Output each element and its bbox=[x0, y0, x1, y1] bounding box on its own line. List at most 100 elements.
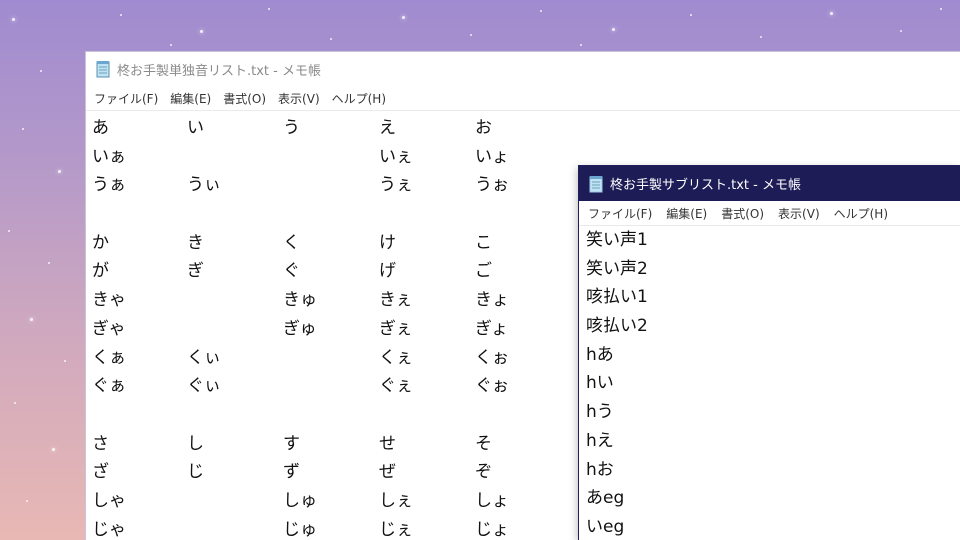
menu-view[interactable]: 表示(V) bbox=[272, 90, 326, 107]
text-cell: じ bbox=[187, 462, 204, 483]
text-line: hえ bbox=[586, 430, 614, 451]
text-cell: ぎゃ bbox=[92, 318, 126, 339]
text-cell bbox=[92, 200, 187, 229]
text-cell: す bbox=[283, 433, 300, 454]
text-cell bbox=[283, 200, 379, 229]
text-line: あeg bbox=[586, 488, 625, 509]
menu-file[interactable]: ファイル(F) bbox=[88, 90, 164, 107]
text-cell bbox=[187, 487, 283, 516]
title-bar[interactable]: 柊お手製サブリスト.txt - メモ帳 bbox=[579, 166, 960, 201]
text-cell: いょ bbox=[475, 146, 509, 167]
text-cell bbox=[283, 171, 379, 200]
text-cell: きゅ bbox=[283, 290, 317, 311]
menu-view[interactable]: 表示(V) bbox=[772, 205, 828, 222]
menu-edit[interactable]: 編集(E) bbox=[660, 205, 715, 222]
text-cell: ぐぇ bbox=[379, 376, 413, 397]
text-cell: け bbox=[379, 232, 396, 253]
text-cell: が bbox=[92, 261, 109, 282]
text-cell: しぇ bbox=[379, 490, 413, 511]
text-cell: きゃ bbox=[92, 290, 126, 311]
text-line: hお bbox=[586, 459, 614, 480]
title-bar[interactable]: 柊お手製単独音リスト.txt - メモ帳 bbox=[86, 52, 960, 86]
text-cell: せ bbox=[379, 433, 396, 454]
text-cell: うぃ bbox=[187, 175, 221, 196]
text-cell: え bbox=[379, 118, 396, 138]
menu-edit[interactable]: 編集(E) bbox=[164, 90, 217, 107]
text-cell: ぐぁ bbox=[92, 376, 126, 397]
text-line: hう bbox=[586, 402, 614, 423]
text-cell: ず bbox=[283, 462, 300, 483]
text-cell: ぎぇ bbox=[379, 318, 413, 339]
text-cell: しょ bbox=[475, 490, 509, 511]
text-cell: きぇ bbox=[379, 290, 413, 311]
text-cell: か bbox=[92, 232, 109, 253]
text-cell: うぁ bbox=[92, 175, 126, 196]
text-cell bbox=[379, 200, 475, 229]
text-cell bbox=[187, 143, 283, 172]
text-cell: お bbox=[475, 118, 492, 138]
window-title: 柊お手製サブリスト.txt - メモ帳 bbox=[610, 178, 801, 193]
text-cell: うぉ bbox=[475, 175, 509, 196]
menu-format[interactable]: 書式(O) bbox=[715, 205, 772, 222]
text-line: あいうえお bbox=[92, 114, 960, 143]
text-cell: ぐぉ bbox=[475, 376, 509, 397]
text-cell: うぇ bbox=[379, 175, 413, 196]
text-cell: ぎゅ bbox=[283, 318, 317, 339]
text-cell bbox=[283, 401, 379, 430]
text-cell: げ bbox=[379, 261, 396, 282]
text-cell bbox=[187, 401, 283, 430]
text-cell: きょ bbox=[475, 290, 509, 311]
text-cell: ぞ bbox=[475, 462, 492, 483]
text-cell bbox=[92, 401, 187, 430]
menu-file[interactable]: ファイル(F) bbox=[582, 205, 660, 222]
text-cell bbox=[187, 200, 283, 229]
text-cell: くぇ bbox=[379, 347, 413, 368]
text-cell: ぜ bbox=[379, 462, 396, 483]
text-line: いeg bbox=[586, 516, 625, 537]
text-cell: い bbox=[187, 118, 204, 138]
text-cell: くぃ bbox=[187, 347, 221, 368]
text-cell: さ bbox=[92, 433, 109, 454]
text-line: 笑い声2 bbox=[586, 258, 648, 279]
text-cell bbox=[187, 516, 283, 540]
menu-format[interactable]: 書式(O) bbox=[217, 90, 272, 107]
text-line: 笑い声1 bbox=[586, 230, 648, 250]
text-line: hあ bbox=[586, 344, 614, 365]
text-cell bbox=[283, 143, 379, 172]
text-line: 咳払い1 bbox=[586, 287, 648, 308]
text-line: hい bbox=[586, 373, 614, 394]
text-cell: ざ bbox=[92, 462, 109, 483]
text-cell: う bbox=[283, 118, 300, 138]
notepad-icon bbox=[96, 60, 111, 78]
text-cell bbox=[283, 344, 379, 373]
text-cell: く bbox=[283, 232, 300, 253]
text-cell bbox=[187, 286, 283, 315]
text-cell: ぐぃ bbox=[187, 376, 221, 397]
text-line: 咳払い2 bbox=[586, 316, 648, 337]
notepad-window-sub-list[interactable]: 柊お手製サブリスト.txt - メモ帳 ファイル(F) 編集(E) 書式(O) … bbox=[579, 166, 960, 540]
text-cell: ご bbox=[475, 261, 492, 282]
menu-help[interactable]: ヘルプ(H) bbox=[326, 90, 392, 107]
text-cell: じぇ bbox=[379, 519, 413, 540]
text-cell: き bbox=[187, 232, 204, 253]
text-cell: じゃ bbox=[92, 519, 126, 540]
text-cell: いぁ bbox=[92, 146, 126, 167]
text-cell bbox=[283, 372, 379, 401]
text-cell: じゅ bbox=[283, 519, 317, 540]
notepad-icon bbox=[589, 175, 604, 193]
text-cell bbox=[379, 401, 475, 430]
text-cell bbox=[187, 315, 283, 344]
text-cell: くぉ bbox=[475, 347, 509, 368]
window-title: 柊お手製単独音リスト.txt - メモ帳 bbox=[117, 63, 321, 79]
text-editor-area[interactable]: 笑い声1 笑い声2 咳払い1 咳払い2 hあ hい hう hえ hおあeg いeg bbox=[579, 226, 960, 540]
text-cell: し bbox=[187, 433, 204, 454]
text-cell: あ bbox=[92, 118, 109, 138]
text-cell: くぁ bbox=[92, 347, 126, 368]
menu-help[interactable]: ヘルプ(H) bbox=[828, 205, 896, 222]
text-cell: しゅ bbox=[283, 490, 317, 511]
text-cell bbox=[475, 401, 571, 430]
text-cell: ぎょ bbox=[475, 318, 509, 339]
text-cell: しゃ bbox=[92, 490, 126, 511]
text-cell: いぇ bbox=[379, 146, 413, 167]
text-cell bbox=[475, 200, 571, 229]
